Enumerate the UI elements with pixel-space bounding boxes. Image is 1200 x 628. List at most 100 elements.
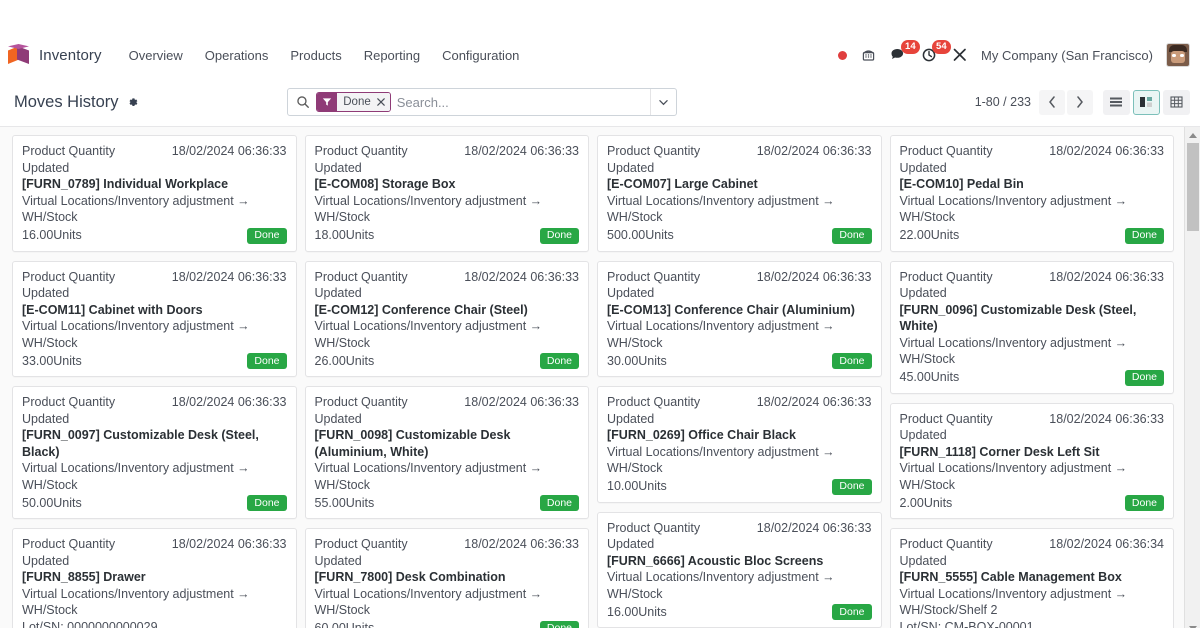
status-badge: Done: [539, 353, 579, 369]
wrench-icon[interactable]: [952, 47, 968, 63]
kanban-card[interactable]: Product Quantity Updated 18/02/2024 06:3…: [12, 260, 297, 377]
card-location: Virtual Locations/Inventory adjustment →…: [314, 586, 543, 618]
odoo-cube-logo: [8, 43, 30, 67]
card-reference: Product Quantity Updated: [607, 144, 701, 175]
control-panel-right: 1-80 / 233: [975, 89, 1190, 115]
card-reference: Product Quantity Updated: [899, 269, 993, 301]
kanban-card[interactable]: Product Quantity Updated 18/02/2024 06:3…: [889, 135, 1174, 252]
card-quantity: 55.00Units: [314, 495, 375, 510]
card-reference: Product Quantity Updated: [314, 269, 408, 301]
card-date: 18/02/2024 06:36:33: [171, 144, 287, 158]
pager-previous-button[interactable]: [1038, 89, 1065, 115]
systray: 14 54 My Company (San Francisco): [838, 40, 1190, 67]
card-product: [FURN_0097] Customizable Desk (Steel, Bl…: [22, 428, 259, 459]
menu-item-operations[interactable]: Operations: [194, 43, 280, 68]
card-quantity: 500.00Units: [607, 228, 674, 243]
card-quantity: 2.00Units: [899, 495, 953, 510]
pager-next-button[interactable]: [1066, 89, 1093, 115]
kanban-card[interactable]: Product Quantity Updated 18/02/2024 06:3…: [889, 528, 1174, 628]
card-date: 18/02/2024 06:36:34: [1049, 537, 1164, 551]
status-badge: Done: [832, 353, 872, 369]
phone-icon[interactable]: [860, 47, 877, 63]
menu-item-configuration[interactable]: Configuration: [431, 43, 530, 68]
status-badge: Done: [539, 495, 579, 511]
menu-item-reporting[interactable]: Reporting: [353, 43, 431, 68]
card-date: 18/02/2024 06:36:33: [171, 269, 287, 284]
card-product: [E-COM10] Pedal Bin: [899, 177, 1024, 191]
kanban-card[interactable]: Product Quantity Updated 18/02/2024 06:3…: [889, 260, 1174, 394]
card-reference: Product Quantity Updated: [22, 269, 116, 301]
card-product: [E-COM07] Large Cabinet: [607, 177, 758, 191]
search-input[interactable]: [396, 94, 651, 110]
card-quantity: 33.00Units: [22, 353, 82, 368]
card-location: Virtual Locations/Inventory adjustment →…: [899, 461, 1128, 492]
card-date: 18/02/2024 06:36:33: [464, 269, 579, 284]
avatar[interactable]: [1166, 43, 1190, 67]
kanban-scroller[interactable]: Product Quantity Updated 18/02/2024 06:3…: [0, 127, 1184, 628]
kanban-card[interactable]: Product Quantity Updated 18/02/2024 06:3…: [597, 386, 882, 503]
pager-value[interactable]: 1-80 / 233: [975, 95, 1031, 109]
kanban-card[interactable]: Product Quantity Updated 18/02/2024 06:3…: [12, 528, 297, 628]
card-date: 18/02/2024 06:36:33: [1049, 411, 1164, 426]
status-badge: Done: [1124, 495, 1164, 511]
card-reference: Product Quantity Updated: [607, 520, 701, 552]
kanban-card[interactable]: Product Quantity Updated 18/02/2024 06:3…: [12, 135, 297, 252]
card-date: 18/02/2024 06:36:33: [756, 395, 872, 409]
kanban-view-icon[interactable]: [1132, 89, 1160, 115]
kanban-card[interactable]: Product Quantity Updated 18/02/2024 06:3…: [304, 135, 589, 252]
menu-item-overview[interactable]: Overview: [118, 43, 194, 68]
card-reference: Product Quantity Updated: [899, 537, 993, 568]
kanban-card[interactable]: Product Quantity Updated 18/02/2024 06:3…: [304, 528, 589, 628]
search-view[interactable]: Done: [287, 88, 678, 116]
company-switcher[interactable]: My Company (San Francisco): [981, 48, 1153, 63]
close-icon[interactable]: [374, 93, 390, 111]
card-product: [E-COM08] Storage Box: [314, 177, 456, 191]
kanban-card[interactable]: Product Quantity Updated 18/02/2024 06:3…: [304, 386, 589, 519]
gear-icon[interactable]: [126, 96, 139, 109]
pager: 1-80 / 233: [975, 89, 1093, 115]
chevron-down-icon[interactable]: [650, 89, 676, 115]
card-location: Virtual Locations/Inventory adjustment →…: [314, 193, 543, 225]
pivot-view-icon[interactable]: [1162, 89, 1190, 115]
card-quantity: 30.00Units: [607, 353, 667, 368]
card-date: 18/02/2024 06:36:33: [756, 520, 872, 535]
brand-home-link[interactable]: Inventory: [8, 43, 106, 67]
clock-icon[interactable]: 54: [921, 40, 951, 63]
top-navbar: Inventory Overview Operations Products R…: [0, 32, 1200, 78]
card-quantity: 16.00Units: [607, 604, 667, 619]
card-quantity: 50.00Units: [22, 495, 82, 510]
status-badge: Done: [1124, 369, 1164, 386]
vertical-scrollbar[interactable]: [1184, 127, 1200, 628]
scroll-up-icon[interactable]: [1184, 127, 1200, 143]
search-facet-done[interactable]: Done: [316, 92, 391, 112]
card-date: 18/02/2024 06:36:33: [1049, 144, 1164, 158]
scrollbar-track[interactable]: [1184, 143, 1200, 620]
card-location: Virtual Locations/Inventory adjustment →…: [899, 335, 1128, 367]
kanban-card[interactable]: Product Quantity Updated 18/02/2024 06:3…: [12, 386, 297, 519]
card-product: [FURN_6666] Acoustic Bloc Screens: [607, 553, 824, 568]
card-location: Virtual Locations/Inventory adjustment →…: [607, 193, 835, 225]
card-product: [FURN_1118] Corner Desk Left Sit: [899, 444, 1100, 459]
card-quantity: 22.00Units: [899, 228, 960, 243]
filter-icon: [317, 93, 338, 111]
card-quantity: 10.00Units: [607, 479, 667, 494]
app-name: Inventory: [39, 46, 102, 64]
chat-bubble-icon[interactable]: 14: [890, 40, 920, 63]
status-badge: Done: [1124, 227, 1164, 244]
scrollbar-thumb[interactable]: [1186, 143, 1199, 231]
menu-item-products[interactable]: Products: [279, 43, 352, 68]
kanban-column: Product Quantity Updated 18/02/2024 06:3…: [8, 135, 301, 628]
scroll-down-icon[interactable]: [1184, 620, 1200, 628]
card-date: 18/02/2024 06:36:33: [464, 537, 579, 551]
record-dot-icon[interactable]: [838, 50, 848, 60]
card-product: [FURN_0789] Individual Workplace: [22, 177, 229, 191]
kanban-card[interactable]: Product Quantity Updated 18/02/2024 06:3…: [597, 260, 882, 377]
card-reference: Product Quantity Updated: [607, 395, 701, 426]
kanban-card[interactable]: Product Quantity Updated 18/02/2024 06:3…: [597, 135, 882, 252]
kanban-card[interactable]: Product Quantity Updated 18/02/2024 06:3…: [889, 402, 1174, 519]
card-date: 18/02/2024 06:36:33: [464, 144, 579, 158]
kanban-card[interactable]: Product Quantity Updated 18/02/2024 06:3…: [304, 260, 589, 377]
card-product: [FURN_0269] Office Chair Black: [607, 428, 796, 442]
kanban-card[interactable]: Product Quantity Updated 18/02/2024 06:3…: [597, 511, 882, 628]
list-view-icon[interactable]: [1102, 89, 1130, 115]
